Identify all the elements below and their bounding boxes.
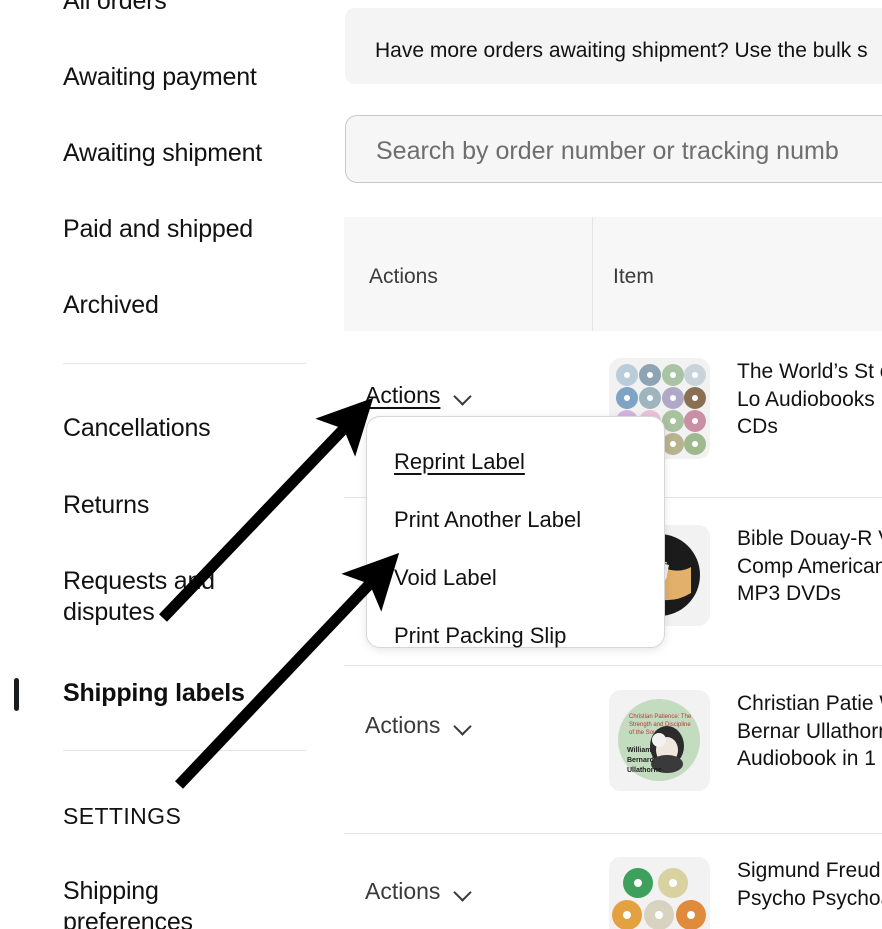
bulk-shipment-banner-text: Have more orders awaiting shipment? Use … bbox=[375, 39, 868, 62]
item-title: Bible Douay-R Version Comp American Ed. … bbox=[737, 527, 882, 605]
table-header-row: Actions Item bbox=[344, 217, 882, 331]
row-actions-trigger[interactable]: Actions bbox=[365, 381, 473, 409]
svg-text:Ullathorne: Ullathorne bbox=[627, 767, 662, 774]
sidebar-item-paid-and-shipped[interactable]: Paid and shipped bbox=[63, 214, 253, 245]
sidebar-item-awaiting-payment[interactable]: Awaiting payment bbox=[63, 62, 257, 93]
sidebar-item-label: Paid and shipped bbox=[63, 215, 254, 243]
chevron-down-icon bbox=[455, 886, 473, 897]
sidebar-item-label: Awaiting shipment bbox=[63, 139, 263, 167]
sidebar-item-shipping-labels[interactable]: Shipping labels bbox=[63, 678, 245, 709]
svg-text:William: William bbox=[627, 747, 651, 754]
svg-text:Bernard: Bernard bbox=[627, 757, 654, 764]
table-row-separator bbox=[344, 665, 882, 666]
menu-item-label: Print Packing Slip bbox=[394, 623, 567, 648]
sidebar-item-label: Returns bbox=[63, 491, 150, 519]
item-thumbnail bbox=[609, 857, 710, 929]
sidebar-item-cancellations[interactable]: Cancellations bbox=[63, 413, 211, 444]
menu-item-print-another-label[interactable]: Print Another Label bbox=[394, 506, 581, 534]
sidebar-item-label: Awaiting payment bbox=[63, 63, 257, 91]
row-actions-trigger[interactable]: Actions bbox=[365, 711, 473, 739]
table-header-actions: Actions bbox=[369, 265, 438, 288]
row-actions-label: Actions bbox=[365, 712, 441, 738]
table-row-separator bbox=[344, 833, 882, 834]
menu-item-print-packing-slip[interactable]: Print Packing Slip bbox=[394, 622, 566, 650]
sidebar-item-label: Shipping labels bbox=[63, 679, 245, 707]
menu-item-label: Print Another Label bbox=[394, 507, 582, 532]
item-title: The World’s St of the World Lo Audiobook… bbox=[737, 360, 882, 438]
sidebar-item-shipping-preferences[interactable]: Shipping preferences bbox=[63, 876, 278, 929]
row-actions-label: Actions bbox=[365, 382, 441, 408]
sidebar-divider-1 bbox=[63, 363, 306, 364]
shipping-labels-page: All orders Awaiting payment Awaiting shi… bbox=[0, 0, 882, 929]
item-title: Christian Patie William Bernar Ullathorn… bbox=[737, 692, 882, 770]
sidebar-item-archived[interactable]: Archived bbox=[63, 290, 159, 321]
row-actions-trigger[interactable]: Actions bbox=[365, 877, 473, 905]
sidebar-item-label: Archived bbox=[63, 291, 159, 319]
order-search-placeholder: Search by order number or tracking numb bbox=[376, 137, 839, 165]
chevron-down-icon bbox=[455, 390, 473, 401]
item-thumbnail: Christian Patience: The Strength and Dis… bbox=[609, 690, 710, 791]
sidebar-item-label: Shipping preferences bbox=[63, 877, 193, 929]
chevron-down-icon bbox=[455, 720, 473, 731]
sidebar-item-label: Requests and disputes bbox=[63, 567, 215, 626]
table-row: Sigmund Freud Dream Psycho Psychoanalysi bbox=[609, 857, 882, 929]
sidebar-item-label: Cancellations bbox=[63, 414, 211, 442]
menu-item-label: Reprint Label bbox=[394, 449, 525, 474]
table-header-item: Item bbox=[613, 265, 654, 288]
svg-text:Christian Patience: The: Christian Patience: The bbox=[629, 714, 692, 720]
menu-item-void-label[interactable]: Void Label bbox=[394, 564, 497, 592]
sidebar-section-settings: SETTINGS bbox=[63, 802, 181, 831]
sidebar-item-requests-and-disputes[interactable]: Requests and disputes bbox=[63, 566, 278, 628]
table-column-separator bbox=[592, 217, 593, 331]
sidebar-divider-2 bbox=[63, 750, 306, 751]
sidebar-item-awaiting-shipment[interactable]: Awaiting shipment bbox=[63, 138, 262, 169]
row-actions-label: Actions bbox=[365, 878, 441, 904]
item-title: Sigmund Freud Dream Psycho Psychoanalysi bbox=[737, 859, 882, 910]
svg-text:Strength and Discipline: Strength and Discipline bbox=[629, 722, 691, 728]
sidebar-active-indicator bbox=[14, 678, 19, 711]
menu-item-reprint-label[interactable]: Reprint Label bbox=[394, 448, 525, 476]
menu-item-label: Void Label bbox=[394, 565, 497, 590]
sidebar-item-all-orders[interactable]: All orders bbox=[63, 0, 167, 17]
table-row: Christian Patience: The Strength and Dis… bbox=[609, 690, 882, 791]
sidebar-nav: All orders Awaiting payment Awaiting shi… bbox=[0, 0, 340, 929]
sidebar-item-returns[interactable]: Returns bbox=[63, 490, 149, 521]
order-search-input[interactable]: Search by order number or tracking numb bbox=[345, 115, 882, 183]
sidebar-item-label: All orders bbox=[63, 0, 167, 15]
bulk-shipment-banner: Have more orders awaiting shipment? Use … bbox=[345, 8, 882, 84]
actions-dropdown-menu: Reprint Label Print Another Label Void L… bbox=[366, 416, 665, 648]
sidebar-section-label-text: SETTINGS bbox=[63, 803, 182, 829]
